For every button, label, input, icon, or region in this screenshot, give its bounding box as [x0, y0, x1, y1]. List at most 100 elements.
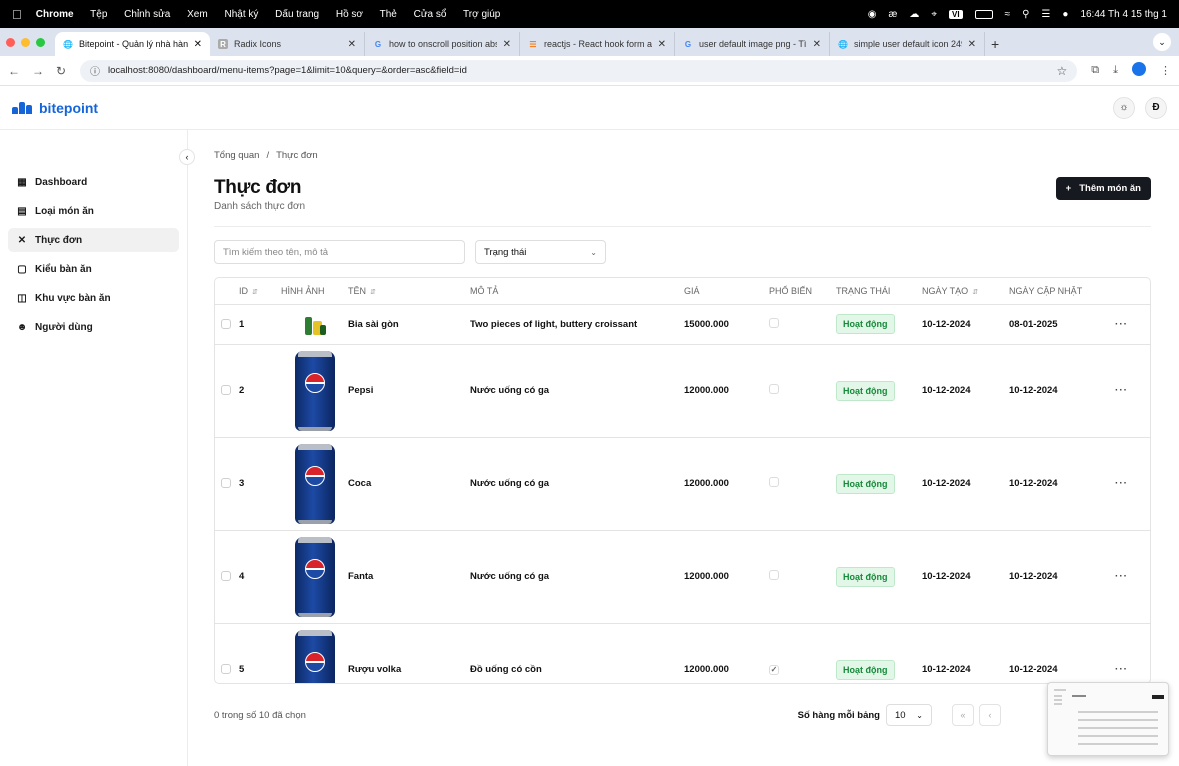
theme-toggle-button[interactable]: ☼: [1113, 96, 1135, 119]
zoom-window-button[interactable]: [36, 37, 45, 47]
apple-icon[interactable]: : [12, 7, 22, 22]
close-window-button[interactable]: [6, 37, 15, 47]
sidebar-item-table-areas[interactable]: ◫ Khu vực bàn ăn: [8, 286, 179, 310]
site-info-icon[interactable]: ⓘ: [90, 63, 100, 78]
browser-tab[interactable]: ☰ reactjs - React hook form and ✕: [520, 32, 675, 56]
menu-profiles[interactable]: Hồ sơ: [336, 9, 363, 20]
menu-file[interactable]: Tệp: [90, 9, 107, 20]
forward-icon[interactable]: →: [32, 64, 44, 78]
first-page-button[interactable]: «: [952, 704, 974, 726]
address-bar[interactable]: ⓘ localhost:8080/dashboard/menu-items?pa…: [80, 59, 1078, 82]
table-row[interactable]: 4 Fanta Nước uống có ga 12000.000 Hoạt đ…: [215, 530, 1150, 624]
beer-product-image: [302, 311, 328, 337]
menu-window[interactable]: Cửa sổ: [414, 9, 447, 20]
wifi-icon[interactable]: ≈: [1005, 9, 1011, 20]
spotlight-icon[interactable]: ⚲: [1022, 9, 1029, 20]
tab-search-icon[interactable]: ⌄: [1153, 33, 1171, 51]
browser-tab[interactable]: G how to onscroll position abso ✕: [365, 32, 520, 56]
sort-icon[interactable]: ⇵: [370, 289, 376, 296]
status-badge: Hoạt động: [836, 659, 895, 680]
close-tab-icon[interactable]: ✕: [658, 39, 666, 50]
menu-view[interactable]: Xem: [187, 9, 208, 20]
add-item-button[interactable]: + Thêm món ăn: [1055, 177, 1151, 200]
row-checkbox[interactable]: [221, 478, 231, 489]
minimize-window-button[interactable]: [21, 37, 30, 47]
sidebar-item-users[interactable]: ☻ Người dùng: [8, 315, 179, 339]
search-input[interactable]: [214, 240, 465, 264]
row-actions-icon[interactable]: ···: [1115, 571, 1128, 582]
sidebar-item-menu[interactable]: ✕ Thực đơn: [8, 228, 179, 252]
popular-checkbox[interactable]: [769, 317, 779, 328]
google-icon: G: [374, 39, 382, 49]
extensions-icon[interactable]: ⧉: [1091, 64, 1099, 77]
previous-page-button[interactable]: ‹: [979, 704, 1001, 726]
download-icon[interactable]: ⤓: [1113, 64, 1118, 77]
siri-icon[interactable]: ●: [1062, 9, 1068, 20]
menu-bookmarks[interactable]: Dấu trang: [275, 9, 319, 20]
browser-tab-active[interactable]: 🌐 Bitepoint - Quản lý nhà hàng ✕: [55, 32, 210, 56]
sidebar-item-categories[interactable]: ▤ Loại món ăn: [8, 199, 179, 223]
cloud-icon[interactable]: ☁: [909, 9, 919, 20]
menu-history[interactable]: Nhật ký: [224, 9, 258, 20]
control-center-icon[interactable]: ☰: [1041, 9, 1050, 20]
column-header-name[interactable]: TÊN ⇵: [348, 278, 470, 305]
wechat-icon[interactable]: ◉: [868, 9, 877, 20]
clock[interactable]: 16:44 Th 4 15 thg 1: [1080, 9, 1167, 20]
url-text[interactable]: localhost:8080/dashboard/menu-items?page…: [108, 65, 467, 76]
row-actions-icon[interactable]: ···: [1115, 385, 1128, 396]
column-header-id[interactable]: ID ⇵: [239, 278, 281, 305]
row-actions-icon[interactable]: ···: [1115, 478, 1128, 489]
table-row[interactable]: 3 Coca Nước uống có ga 12000.000 Hoạt độ…: [215, 437, 1150, 531]
row-checkbox[interactable]: [221, 318, 231, 329]
brand-logo[interactable]: bitepoint: [12, 100, 98, 116]
breadcrumb-root[interactable]: Tổng quan: [214, 150, 259, 161]
row-checkbox[interactable]: [221, 571, 231, 582]
cell-created: 10-12-2024: [922, 437, 1009, 531]
sort-icon[interactable]: ⇵: [972, 289, 978, 296]
sidebar-item-dashboard[interactable]: ▦ Dashboard: [8, 170, 179, 194]
menu-tab[interactable]: Thẻ: [380, 9, 397, 20]
battery-icon[interactable]: [974, 9, 993, 19]
rows-per-page-select[interactable]: 10 ⌄: [886, 704, 932, 726]
menu-help[interactable]: Trợ giúp: [463, 9, 500, 20]
menu-app-name[interactable]: Chrome: [36, 9, 74, 20]
sidebar-item-table-types[interactable]: ▢ Kiểu bàn ăn: [8, 257, 179, 281]
popular-checkbox[interactable]: [769, 384, 779, 394]
bookmark-star-icon[interactable]: ☆: [1057, 64, 1068, 78]
menu-edit[interactable]: Chỉnh sửa: [124, 9, 170, 20]
cell-description: Đồ uống có cồn: [470, 623, 684, 683]
close-tab-icon[interactable]: ✕: [968, 39, 976, 50]
row-actions-icon[interactable]: ···: [1115, 319, 1128, 330]
sidebar-item-label: Thực đơn: [35, 234, 83, 246]
close-tab-icon[interactable]: ✕: [813, 39, 821, 50]
input-source-icon[interactable]: æ: [888, 9, 897, 20]
close-tab-icon[interactable]: ✕: [503, 39, 511, 50]
status-select[interactable]: Trạng thái ⌄: [475, 240, 606, 264]
browser-menu-icon[interactable]: ⋮: [1160, 64, 1171, 77]
row-checkbox[interactable]: [221, 664, 231, 675]
row-checkbox[interactable]: [221, 385, 231, 396]
screenshot-preview-thumbnail[interactable]: [1047, 682, 1169, 756]
table-row[interactable]: 1 Bia sài gòn Two pieces of light, butte…: [215, 304, 1150, 345]
user-avatar-button[interactable]: Đ: [1145, 96, 1167, 119]
back-icon[interactable]: ←: [8, 64, 20, 78]
close-tab-icon[interactable]: ✕: [348, 39, 356, 50]
browser-tab[interactable]: R Radix Icons ✕: [210, 32, 365, 56]
sort-icon[interactable]: ⇵: [252, 289, 258, 296]
browser-tab[interactable]: 🌐 simple user default icon 2490 ✕: [830, 32, 985, 56]
vpn-icon[interactable]: ⌖: [931, 9, 937, 20]
row-actions-icon[interactable]: ···: [1115, 664, 1128, 675]
new-tab-icon[interactable]: +: [991, 32, 999, 56]
popular-checkbox[interactable]: [769, 570, 779, 580]
table-row[interactable]: 5 Rượu volka Đồ uống có cồn 12000.000 ✓ …: [215, 623, 1150, 683]
browser-tab[interactable]: G user default image png - Tìm ✕: [675, 32, 830, 56]
column-header-created[interactable]: NGÀY TẠO ⇵: [922, 278, 1009, 305]
input-method-badge[interactable]: VI: [949, 9, 963, 19]
popular-checkbox-checked[interactable]: ✓: [769, 664, 779, 675]
profile-avatar[interactable]: [1132, 62, 1146, 79]
logo-icon: [12, 101, 32, 114]
table-row[interactable]: 2 Pepsi Nước uống có ga 12000.000 Hoạt đ…: [215, 344, 1150, 438]
reload-icon[interactable]: ↻: [56, 64, 66, 78]
popular-checkbox[interactable]: [769, 477, 779, 487]
close-tab-icon[interactable]: ✕: [194, 39, 202, 50]
